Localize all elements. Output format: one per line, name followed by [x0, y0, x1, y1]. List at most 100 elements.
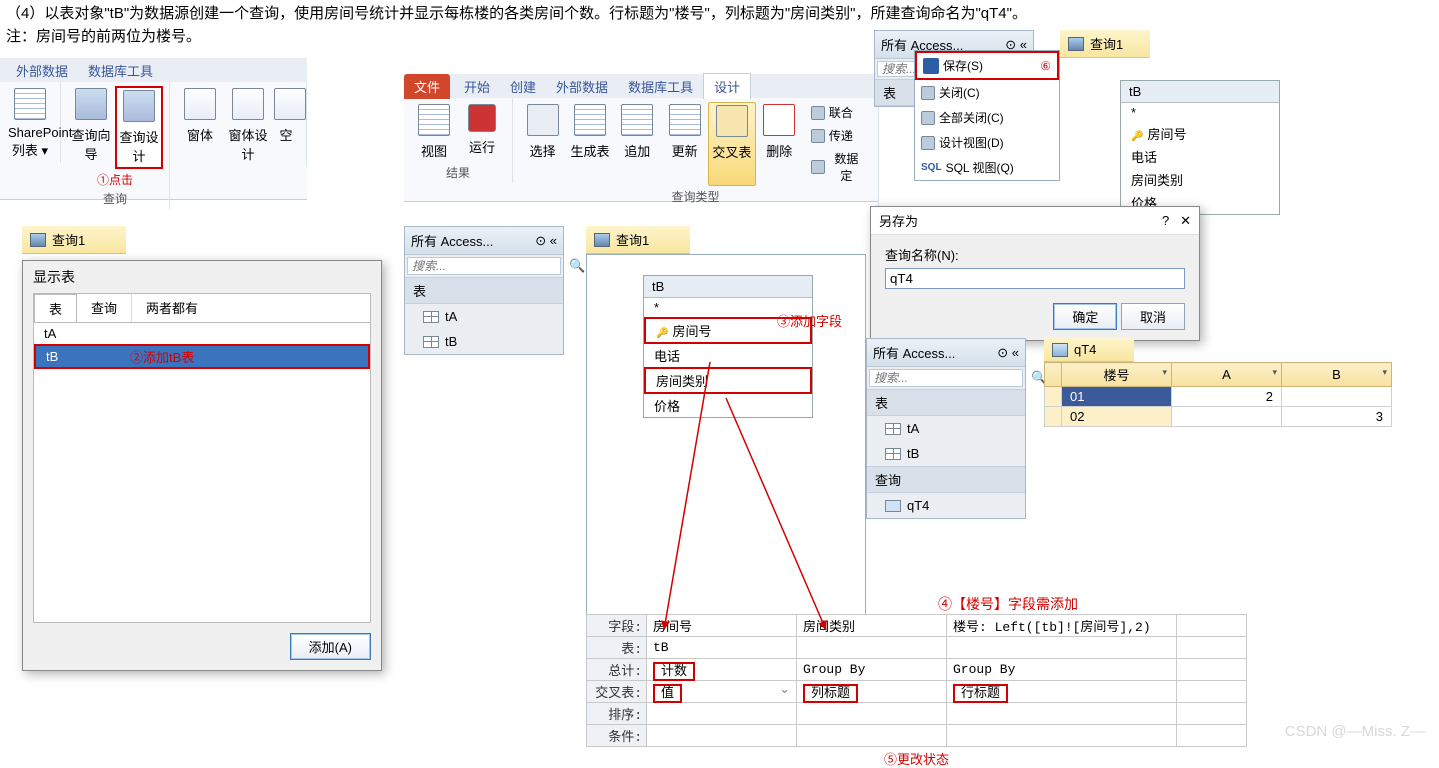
- tb-field-tel-2[interactable]: 电话: [1121, 145, 1279, 168]
- blank-button[interactable]: 空: [272, 86, 300, 165]
- tab-db-tools[interactable]: 数据库工具: [78, 58, 163, 83]
- datadef-button[interactable]: 数据定: [807, 148, 868, 186]
- cell-02-a[interactable]: [1172, 407, 1282, 427]
- group-results: 结果: [410, 164, 506, 181]
- instruction-text: （4）以表对象"tB"为数据源创建一个查询，使用房间号统计并显示每栋楼的各类房间…: [0, 0, 1439, 51]
- tab-start[interactable]: 开始: [454, 74, 500, 99]
- tab-create[interactable]: 创建: [500, 74, 546, 99]
- select-button[interactable]: 选择: [519, 102, 566, 186]
- nav2-ta[interactable]: tA: [867, 416, 1025, 441]
- view-button[interactable]: 视图: [410, 102, 458, 162]
- col-a[interactable]: A▾: [1172, 363, 1282, 387]
- ribbon2-tabs: 文件 开始 创建 外部数据 数据库工具 设计: [404, 74, 879, 98]
- query-design-button[interactable]: 查询设计: [115, 86, 163, 169]
- query-icon: [1052, 343, 1068, 357]
- ribbon1-tabs: 外部数据 数据库工具: [0, 58, 307, 82]
- tb-field-tel[interactable]: 电话: [644, 344, 812, 367]
- saveas-ok[interactable]: 确定: [1053, 303, 1117, 330]
- tb-star-2[interactable]: *: [1121, 103, 1279, 122]
- append-button[interactable]: 追加: [614, 102, 661, 186]
- search-icon: 🔍: [569, 258, 585, 274]
- nav2-head[interactable]: 所有 Access...⊙ «: [867, 339, 1025, 367]
- query-icon: [1068, 37, 1084, 51]
- nav1-ta[interactable]: tA: [405, 304, 563, 329]
- saveas-label: 查询名称(N):: [885, 245, 1185, 264]
- cell-02-b[interactable]: 3: [1282, 407, 1392, 427]
- union-button[interactable]: 联合: [807, 102, 868, 123]
- nav2-sect1: 表: [867, 389, 1025, 416]
- nav1-sect: 表: [405, 277, 563, 304]
- showtable-tab-both[interactable]: 两者都有: [132, 294, 212, 322]
- showtable-tab-table[interactable]: 表: [34, 294, 77, 322]
- saveas-input[interactable]: [885, 268, 1185, 289]
- menu-save[interactable]: 保存(S) ⑥: [915, 51, 1059, 80]
- menu-designview[interactable]: 设计视图(D): [915, 130, 1059, 155]
- menu-closeall[interactable]: 全部关闭(C): [915, 105, 1059, 130]
- cell-01-a[interactable]: 2: [1172, 387, 1282, 407]
- col-b[interactable]: B▾: [1282, 363, 1392, 387]
- nav1-search[interactable]: [412, 259, 569, 273]
- annotation-6: ⑥: [1040, 59, 1051, 73]
- query-icon: [594, 233, 610, 247]
- table-icon: [423, 311, 439, 323]
- cell-02[interactable]: 02: [1062, 407, 1172, 427]
- tab-design[interactable]: 设计: [703, 73, 751, 99]
- form-button[interactable]: 窗体: [176, 86, 224, 165]
- form-design-button[interactable]: 窗体设计: [224, 86, 272, 165]
- saveas-cancel[interactable]: 取消: [1121, 303, 1185, 330]
- design-grid[interactable]: 字段: 房间号 房间类别 楼号: Left([tb]![房间号],2) 表: t…: [586, 614, 1247, 747]
- tab-file[interactable]: 文件: [404, 74, 450, 99]
- qt4-tab[interactable]: qT4: [1044, 338, 1134, 362]
- menu-sqlview[interactable]: SQLSQL 视图(Q): [915, 155, 1059, 180]
- col-building[interactable]: 楼号▾: [1062, 363, 1172, 387]
- cell-01[interactable]: 01: [1062, 387, 1172, 407]
- run-button[interactable]: 运行: [458, 102, 506, 162]
- nav2-tb[interactable]: tB: [867, 441, 1025, 466]
- tab-external-data[interactable]: 外部数据: [6, 58, 78, 83]
- watermark: CSDN @—Miss. Z—: [1285, 723, 1425, 740]
- nav2-search[interactable]: [874, 371, 1031, 385]
- tb-field-type[interactable]: 房间类别: [644, 367, 812, 394]
- showtable-tab-query[interactable]: 查询: [77, 294, 132, 322]
- table-icon: [423, 336, 439, 348]
- maketable-button[interactable]: 生成表: [566, 102, 613, 186]
- showtable-item-tb[interactable]: tB: [34, 344, 370, 369]
- grid-field-1[interactable]: 房间号: [647, 615, 797, 637]
- tb-field-room-2[interactable]: 房间号: [1121, 122, 1279, 145]
- query1-tab-center[interactable]: 查询1: [586, 226, 690, 254]
- grid-field-3[interactable]: 楼号: Left([tb]![房间号],2): [947, 615, 1177, 637]
- tab-tools[interactable]: 数据库工具: [618, 74, 703, 99]
- nav1-tb[interactable]: tB: [405, 329, 563, 354]
- nav2-qt4[interactable]: qT4: [867, 493, 1025, 518]
- grid-total-1[interactable]: 计数: [653, 662, 695, 681]
- grid-total-2[interactable]: Group By: [797, 659, 947, 681]
- showtable-title: 显示表: [23, 261, 381, 289]
- nav2-sect2: 查询: [867, 466, 1025, 493]
- saveas-title: 另存为 ? ✕: [871, 207, 1199, 235]
- tab-ext[interactable]: 外部数据: [546, 74, 618, 99]
- menu-close[interactable]: 关闭(C): [915, 80, 1059, 105]
- grid-cross-1[interactable]: 值: [653, 684, 682, 703]
- tb-field-price[interactable]: 价格: [644, 394, 812, 417]
- cell-01-b[interactable]: [1282, 387, 1392, 407]
- update-button[interactable]: 更新: [661, 102, 708, 186]
- query1-tab-left[interactable]: 查询1: [22, 226, 126, 254]
- grid-total-3[interactable]: Group By: [947, 659, 1177, 681]
- grid-cross-2[interactable]: 列标题: [803, 684, 858, 703]
- query1-tab-tr[interactable]: 查询1: [1060, 30, 1150, 58]
- tb-field-type-2[interactable]: 房间类别: [1121, 168, 1279, 191]
- grid-field-2[interactable]: 房间类别: [797, 615, 947, 637]
- tb-box-title-2: tB: [1121, 81, 1279, 103]
- annotation-3: ③添加字段: [777, 311, 842, 330]
- sharepoint-button[interactable]: SharePoint 列表 ▾: [6, 86, 54, 161]
- query-wizard-button[interactable]: 查询向导: [67, 86, 115, 169]
- annotation-1: ①点击: [67, 171, 163, 188]
- showtable-item-ta[interactable]: tA: [34, 323, 370, 344]
- annotation-5: ⑤更改状态: [586, 749, 1247, 768]
- passthrough-button[interactable]: 传递: [807, 125, 868, 146]
- crosstab-button[interactable]: 交叉表: [708, 102, 755, 186]
- delete-button[interactable]: 删除: [756, 102, 803, 186]
- nav1-head[interactable]: 所有 Access...⊙ «: [405, 227, 563, 255]
- grid-cross-3[interactable]: 行标题: [953, 684, 1008, 703]
- showtable-add[interactable]: 添加(A): [290, 633, 371, 660]
